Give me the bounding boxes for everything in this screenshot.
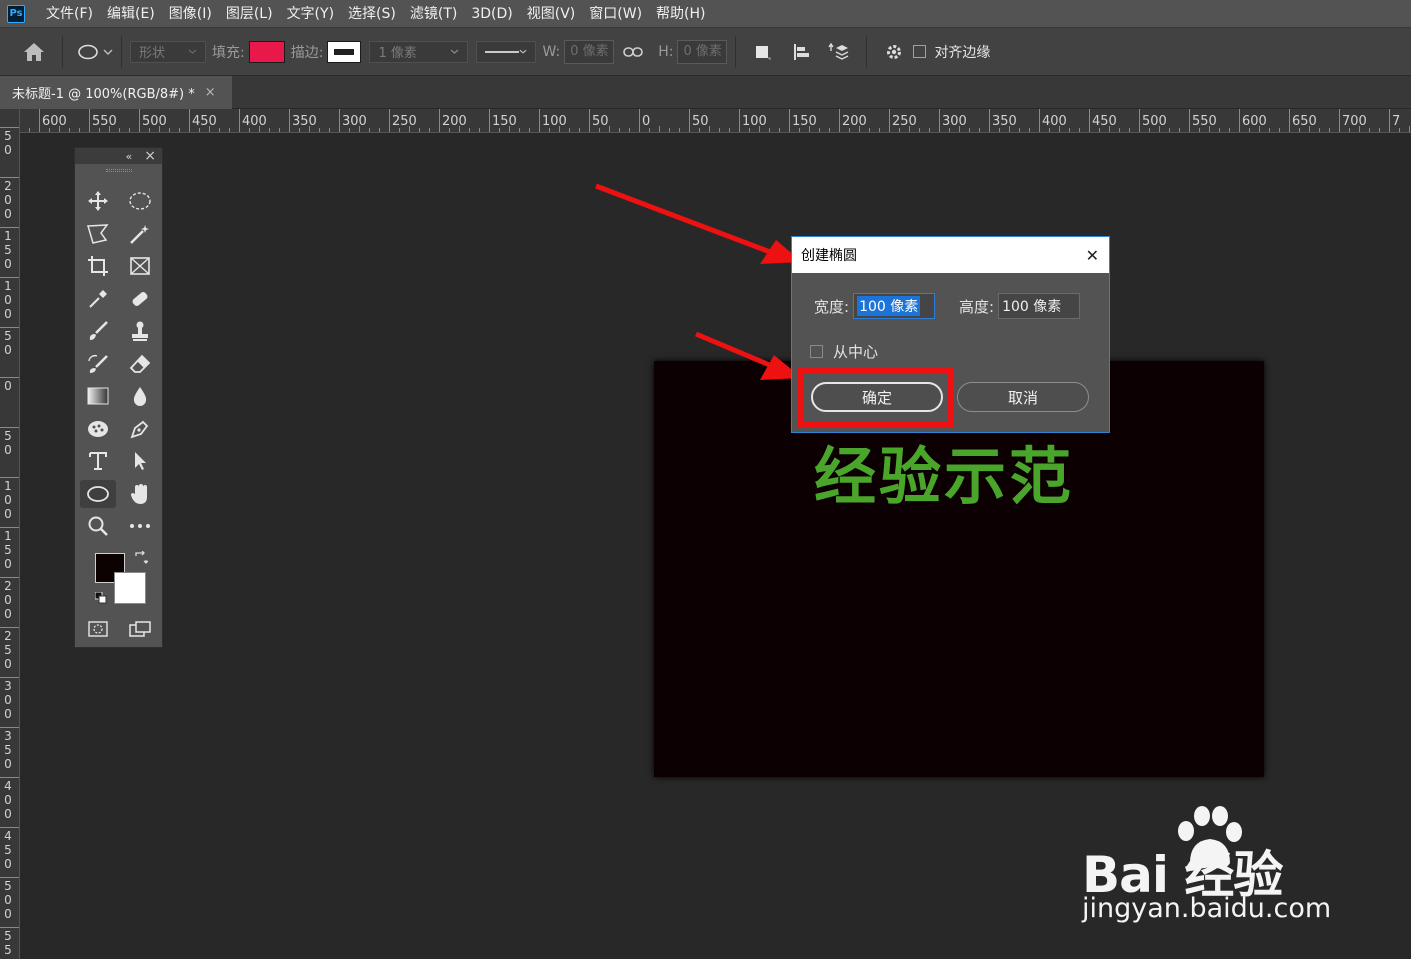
from-center-row: 从中心 [810,341,878,362]
width-field-row: 宽度: 100 像素 [814,293,936,319]
close-icon[interactable]: ✕ [1086,246,1099,265]
width-label: 宽度: [814,297,850,316]
width-input[interactable]: 100 像素 [853,293,936,319]
from-center-label: 从中心 [833,343,879,361]
from-center-checkbox[interactable] [810,345,823,358]
watermark-url: jingyan.baidu.com [1082,893,1332,924]
cancel-button[interactable]: 取消 [957,382,1089,412]
width-input-value: 100 像素 [857,296,921,316]
height-label: 高度: [959,297,995,316]
dialog-title: 创建椭圆 [801,248,857,264]
dialog-title-bar[interactable]: 创建椭圆 ✕ [792,237,1109,273]
baidu-watermark: Bai 经验 jingyan.baidu.com [1082,805,1342,935]
height-field-row: 高度: 100 像素 [959,293,1081,319]
height-input[interactable]: 100 像素 [998,293,1081,319]
annotation-highlight-box [798,368,953,427]
